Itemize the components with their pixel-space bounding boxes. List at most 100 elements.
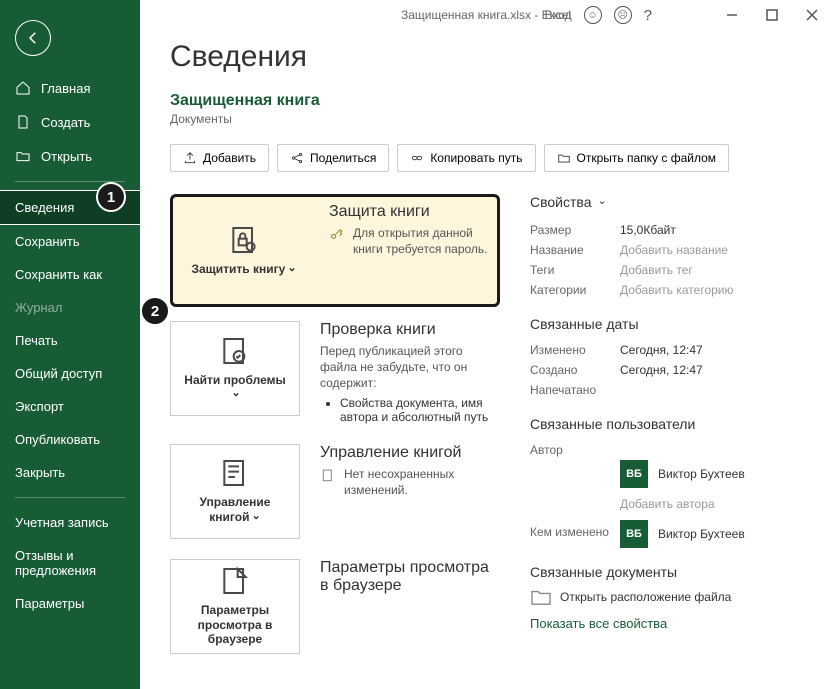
manage-card[interactable]: Управление книгой bbox=[170, 444, 300, 539]
nav-label: Отзывы и предложения bbox=[15, 548, 125, 578]
author-row[interactable]: ВБ Виктор Бухтеев bbox=[620, 460, 802, 488]
show-all-properties[interactable]: Показать все свойства bbox=[530, 616, 802, 631]
nav-home[interactable]: Главная bbox=[0, 71, 140, 105]
nav-label: Сохранить bbox=[15, 234, 80, 249]
nav-label: Сведения bbox=[15, 200, 74, 215]
card-label: Найти проблемы bbox=[179, 373, 291, 403]
nav-new[interactable]: Создать bbox=[0, 105, 140, 139]
card-title: Проверка книги bbox=[320, 321, 500, 339]
date-printed: Напечатано bbox=[530, 380, 802, 400]
open-file-location[interactable]: Открыть расположение файла bbox=[530, 588, 802, 606]
nav-open[interactable]: Открыть bbox=[0, 139, 140, 173]
card-label: Защитить книгу bbox=[191, 262, 296, 277]
inspect-bullet: Свойства документа, имя автора и абсолют… bbox=[340, 396, 500, 424]
modifier-row: ВБ Виктор Бухтеев bbox=[620, 520, 802, 548]
file-path: Документы bbox=[170, 112, 802, 126]
nav-close[interactable]: Закрыть bbox=[0, 456, 140, 489]
nav-label: Экспорт bbox=[15, 399, 64, 414]
properties-header[interactable]: Свойства bbox=[530, 194, 802, 210]
maximize-button[interactable] bbox=[752, 0, 792, 30]
card-label: Параметры просмотра в браузере bbox=[179, 603, 291, 646]
card-label: Управление книгой bbox=[179, 495, 291, 525]
nav-options[interactable]: Параметры bbox=[0, 587, 140, 620]
help-icon[interactable]: ? bbox=[644, 7, 652, 24]
user-area: Вход ☺ ☹ ? bbox=[545, 6, 653, 24]
share-button[interactable]: Поделиться bbox=[277, 144, 389, 172]
login-link[interactable]: Вход bbox=[545, 8, 572, 22]
page-title: Сведения bbox=[170, 40, 802, 74]
prop-categories[interactable]: КатегорииДобавить категорию bbox=[530, 280, 802, 300]
upload-button[interactable]: Добавить bbox=[170, 144, 269, 172]
nav-print[interactable]: Печать bbox=[0, 324, 140, 357]
docs-header: Связанные документы bbox=[530, 564, 802, 580]
protect-description: Защита книги Для открытия данной книги т… bbox=[329, 203, 491, 257]
backstage-sidebar: Главная Создать Открыть Сведения Сохрани… bbox=[0, 0, 140, 689]
new-icon bbox=[15, 114, 31, 130]
open-folder-button[interactable]: Открыть папку с файлом bbox=[544, 144, 730, 172]
author-name: Виктор Бухтеев bbox=[658, 467, 745, 481]
nav-label: Закрыть bbox=[15, 465, 65, 480]
browser-view-section: Параметры просмотра в браузере Параметры… bbox=[170, 559, 500, 654]
doc-icon bbox=[320, 468, 336, 484]
nav-label: Открыть bbox=[41, 149, 92, 164]
frown-icon[interactable]: ☹ bbox=[614, 6, 632, 24]
avatar: ВБ bbox=[620, 460, 648, 488]
protect-workbook-section: Защитить книгу Защита книги Для открытия… bbox=[170, 194, 500, 307]
nav-label: Создать bbox=[41, 115, 90, 130]
browser-view-card[interactable]: Параметры просмотра в браузере bbox=[170, 559, 300, 654]
date-created: СозданоСегодня, 12:47 bbox=[530, 360, 802, 380]
lock-icon bbox=[228, 224, 260, 256]
action-bar: Добавить Поделиться Копировать путь Откр… bbox=[170, 144, 802, 172]
right-column: Свойства Размер15,0Кбайт НазваниеДобавит… bbox=[530, 194, 802, 674]
browser-description: Параметры просмотра в браузере bbox=[320, 559, 500, 599]
inspect-icon bbox=[219, 335, 251, 367]
inspect-workbook-section: Найти проблемы Проверка книги Перед публ… bbox=[170, 321, 500, 424]
minimize-button[interactable] bbox=[712, 0, 752, 30]
annotation-badge-1: 1 bbox=[96, 182, 126, 212]
inspect-card[interactable]: Найти проблемы bbox=[170, 321, 300, 416]
nav-label: Опубликовать bbox=[15, 432, 100, 447]
smile-icon[interactable]: ☺ bbox=[584, 6, 602, 24]
users-header: Связанные пользователи bbox=[530, 416, 802, 432]
card-title: Параметры просмотра в браузере bbox=[320, 559, 500, 595]
nav-account[interactable]: Учетная запись bbox=[0, 506, 140, 539]
card-title: Управление книгой bbox=[320, 444, 500, 462]
file-name: Защищенная книга bbox=[170, 92, 802, 110]
add-author[interactable]: Добавить автора bbox=[620, 494, 802, 514]
nav-publish[interactable]: Опубликовать bbox=[0, 423, 140, 456]
nav-label: Главная bbox=[41, 81, 90, 96]
prop-size: Размер15,0Кбайт bbox=[530, 220, 802, 240]
protect-workbook-card[interactable]: Защитить книгу bbox=[179, 203, 309, 298]
nav-export[interactable]: Экспорт bbox=[0, 390, 140, 423]
manage-icon bbox=[219, 457, 251, 489]
manage-workbook-section: Управление книгой Управление книгой Нет … bbox=[170, 444, 500, 539]
app-root: 1 2 Главная Создать Открыть Сведения Сох… bbox=[0, 0, 832, 689]
content-scroll: Сведения Защищенная книга Документы Доба… bbox=[140, 30, 832, 689]
copy-path-button[interactable]: Копировать путь bbox=[397, 144, 535, 172]
prop-name[interactable]: НазваниеДобавить название bbox=[530, 240, 802, 260]
key-icon bbox=[329, 227, 345, 243]
card-body: Перед публикацией этого файла не забудьт… bbox=[320, 343, 500, 392]
nav-share[interactable]: Общий доступ bbox=[0, 357, 140, 390]
avatar: ВБ bbox=[620, 520, 648, 548]
manage-description: Управление книгой Нет несохраненных изме… bbox=[320, 444, 500, 498]
back-button[interactable] bbox=[15, 20, 51, 56]
dates-header: Связанные даты bbox=[530, 316, 802, 332]
card-title: Защита книги bbox=[329, 203, 491, 221]
inspect-description: Проверка книги Перед публикацией этого ф… bbox=[320, 321, 500, 424]
nav-label: Параметры bbox=[15, 596, 84, 611]
close-window-button[interactable] bbox=[792, 0, 832, 30]
card-body: Для открытия данной книги требуется паро… bbox=[353, 225, 491, 257]
main-area: Защищенная книга.xlsx - Excel Вход ☺ ☹ ?… bbox=[140, 0, 832, 689]
nav-save[interactable]: Сохранить bbox=[0, 225, 140, 258]
nav-saveas[interactable]: Сохранить как bbox=[0, 258, 140, 291]
prop-tags[interactable]: ТегиДобавить тег bbox=[530, 260, 802, 280]
columns: Защитить книгу Защита книги Для открытия… bbox=[170, 194, 802, 674]
left-column: Защитить книгу Защита книги Для открытия… bbox=[170, 194, 500, 674]
nav-feedback[interactable]: Отзывы и предложения bbox=[0, 539, 140, 587]
nav-label: Сохранить как bbox=[15, 267, 102, 282]
nav-label: Печать bbox=[15, 333, 58, 348]
card-body: Нет несохраненных изменений. bbox=[344, 466, 500, 498]
date-modified: ИзмененоСегодня, 12:47 bbox=[530, 340, 802, 360]
home-icon bbox=[15, 80, 31, 96]
